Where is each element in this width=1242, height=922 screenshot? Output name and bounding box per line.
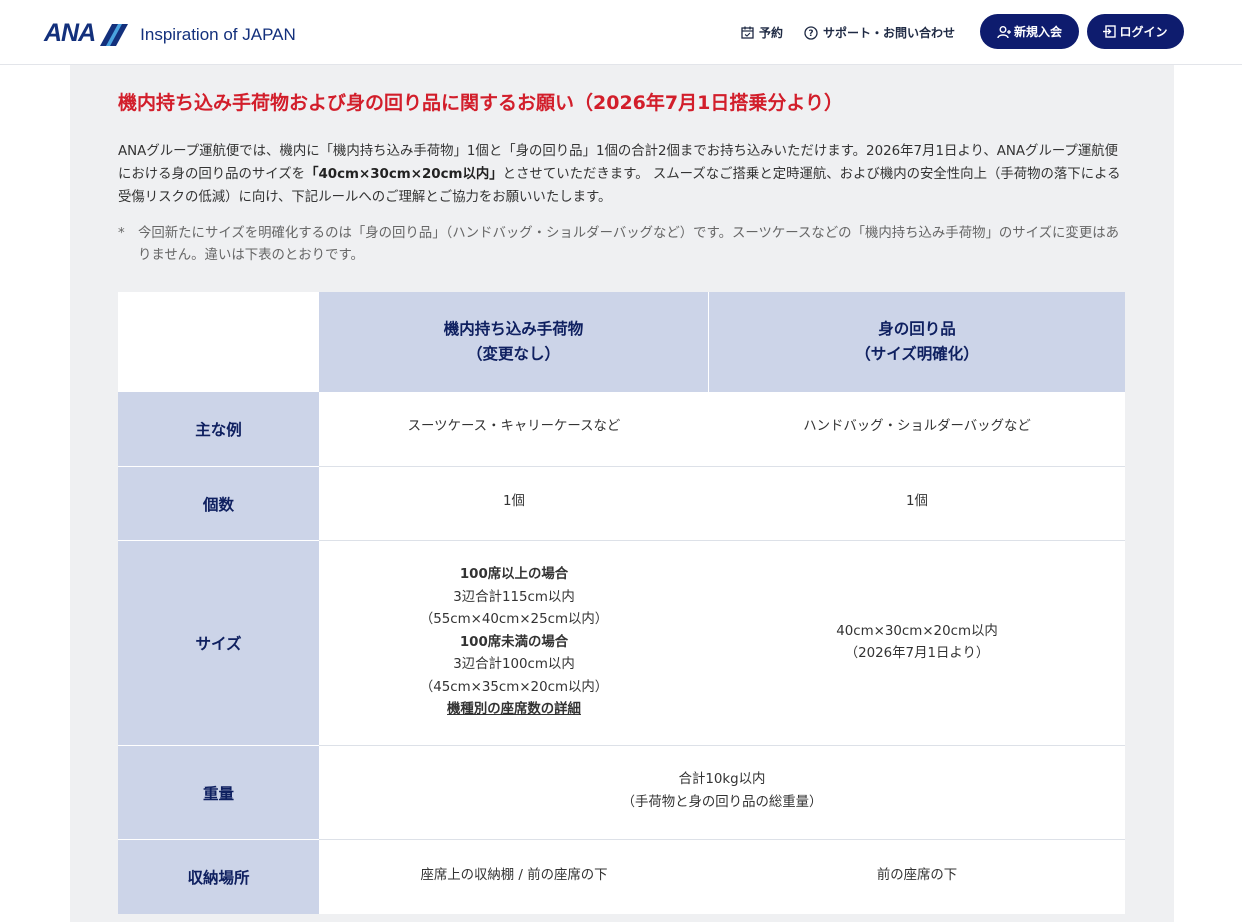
personal-size-date: （2026年7月1日より） [844, 646, 990, 661]
login-icon [1103, 25, 1117, 38]
size-heading-under100: 100席未満の場合 [459, 634, 569, 650]
support-link[interactable]: ? サポート・お問い合わせ [804, 24, 955, 41]
table-cell: 40cm×30cm×20cm以内 （2026年7月1日より） [709, 541, 1125, 745]
example-personal-item: ハンドバッグ・ショルダーバッグなど [803, 419, 1031, 435]
row-header-examples: 主な例 [118, 392, 319, 466]
table-cell: 1個 [319, 467, 709, 540]
intro-paragraph: ANAグループ運航便では、機内に「機内持ち込み手荷物」1個と「身の回り品」1個の… [118, 140, 1128, 209]
svg-text:?: ? [808, 29, 813, 39]
table-cell: 1個 [709, 467, 1125, 540]
login-label: ログイン [1119, 25, 1168, 39]
row-weight-label: 重量 [202, 784, 234, 803]
intro-size-highlight: 「40cm×30cm×20cm以内」 [305, 167, 503, 182]
table-cell: スーツケース・キャリーケースなど [319, 392, 709, 466]
row-header-size: サイズ [118, 541, 319, 745]
personal-size-dims: 40cm×30cm×20cm以内 [836, 623, 998, 639]
signup-label: 新規入会 [1013, 25, 1062, 39]
table-cell: 前の座席の下 [709, 840, 1125, 914]
note-text: 今回新たにサイズを明確化するのは「身の回り品」（ハンドバッグ・ショルダーバッグな… [138, 226, 1119, 263]
reserve-label: 予約 [759, 26, 784, 40]
ana-logo[interactable]: ANA Inspiration of JAPAN [44, 18, 296, 48]
storage-carry-on: 座席上の収納棚 / 前の座席の下 [420, 867, 608, 883]
col-header-personal-item: 身の回り品 （サイズ明確化） [709, 292, 1125, 392]
reserve-link[interactable]: 予約 [741, 24, 783, 41]
row-storage-label: 収納場所 [187, 869, 250, 887]
example-carry-on: スーツケース・キャリーケースなど [407, 419, 621, 435]
col-header-carry-on: 機内持ち込み手荷物 （変更なし） [319, 292, 708, 392]
page-title: 機内持ち込み手荷物および身の回り品に関するお願い（2026年7月1日搭乗分より） [118, 92, 843, 114]
note-asterisk: * [118, 226, 125, 241]
col2-sub: （サイズ明確化） [855, 345, 979, 363]
logo-stripes-icon [100, 24, 129, 46]
row-size-label: サイズ [195, 635, 242, 653]
weight-note: （手荷物と身の回り品の総重量） [621, 794, 823, 810]
table-cell: 合計10kg以内 （手荷物と身の回り品の総重量） [319, 746, 1125, 839]
size-heading-100plus: 100席以上の場合 [459, 567, 569, 583]
table-cell: 100席以上の場合 3辺合計115cm以内 （55cm×40cm×25cm以内）… [319, 541, 709, 745]
size-dims-45: （45cm×35cm×20cm以内） [419, 679, 609, 695]
count-personal-item: 1個 [906, 494, 928, 510]
size-note: * 今回新たにサイズを明確化するのは「身の回り品」（ハンドバッグ・ショルダーバッ… [118, 223, 1128, 267]
baggage-comparison-table: 機内持ち込み手荷物 （変更なし） 身の回り品 （サイズ明確化） 主な例 スーツケ… [118, 292, 1125, 914]
col2-title: 身の回り品 [878, 320, 956, 338]
signup-button[interactable]: 新規入会 [980, 14, 1079, 49]
count-carry-on: 1個 [503, 494, 525, 510]
row-header-count: 個数 [118, 467, 319, 540]
add-user-icon [997, 25, 1011, 39]
col1-title: 機内持ち込み手荷物 [443, 320, 584, 338]
tagline: Inspiration of JAPAN [140, 25, 296, 44]
table-cell: ハンドバッグ・ショルダーバッグなど [709, 392, 1125, 466]
row-examples-label: 主な例 [195, 421, 242, 439]
site-header: ANA Inspiration of JAPAN 予約 ? サポート・お問い合わ… [0, 0, 1242, 65]
row-header-storage: 収納場所 [118, 840, 319, 914]
seat-details-link[interactable]: 機種別の座席数の詳細 [420, 699, 608, 722]
size-sum-115: 3辺合計115cm以内 [453, 589, 575, 605]
weight-limit: 合計10kg以内 [678, 772, 766, 787]
row-header-weight: 重量 [118, 746, 319, 839]
help-icon: ? [804, 25, 818, 40]
size-sum-100: 3辺合計100cm以内 [453, 657, 575, 673]
size-dims-55: （55cm×40cm×25cm以内） [419, 612, 609, 628]
storage-personal-item: 前の座席の下 [876, 867, 958, 883]
calendar-icon [741, 26, 754, 39]
col1-sub: （変更なし） [466, 345, 560, 363]
table-corner [118, 292, 319, 392]
logo-text: ANA [44, 19, 96, 47]
login-button[interactable]: ログイン [1087, 14, 1184, 49]
support-label: サポート・お問い合わせ [823, 26, 956, 40]
row-count-label: 個数 [202, 495, 234, 514]
table-cell: 座席上の収納棚 / 前の座席の下 [319, 840, 709, 914]
